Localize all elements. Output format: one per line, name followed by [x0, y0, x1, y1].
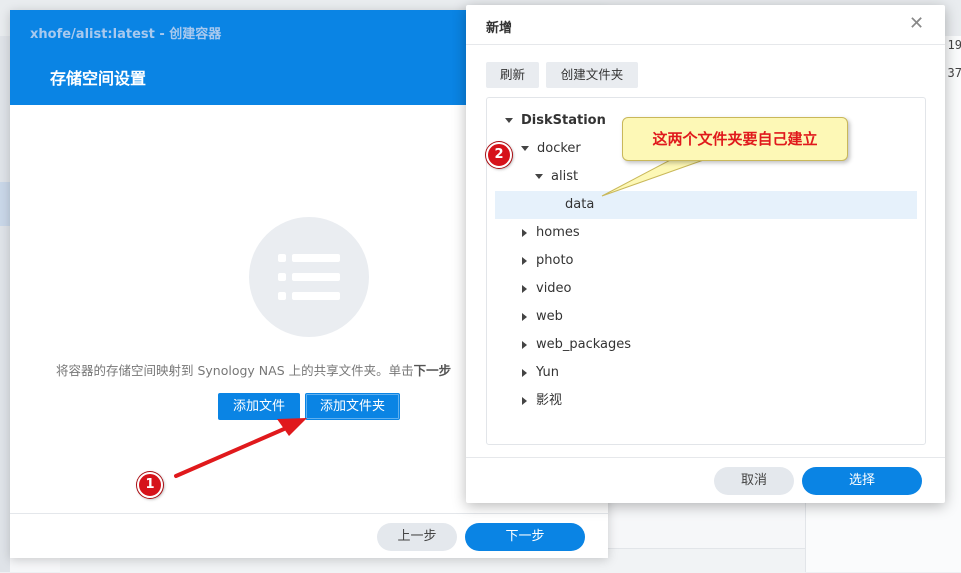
callout-text: 这两个文件夹要自己建立: [652, 130, 818, 148]
annotation-callout: 这两个文件夹要自己建立: [622, 117, 848, 161]
step-badge-2: 2: [486, 142, 512, 168]
step-badge-1: 1: [137, 472, 163, 498]
callout-pointer: [601, 156, 713, 197]
red-arrow-line: [174, 427, 286, 478]
red-arrow-head: [277, 418, 307, 436]
